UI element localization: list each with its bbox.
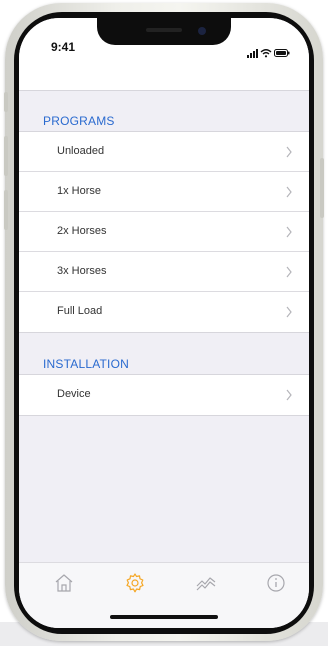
home-indicator[interactable] [110,615,218,619]
screen: 9:41 PROGRAMS Unloaded 1x Horse 2x Horse… [19,18,309,628]
volume-up-button [4,136,8,176]
section-label-programs: PROGRAMS [43,114,115,128]
list-item-label: Unloaded [57,145,105,157]
list-item-device[interactable]: Device [19,375,309,415]
activity-icon [196,577,216,591]
info-icon [267,574,285,592]
list-item-full-load[interactable]: Full Load [19,292,309,332]
list-item-label: 2x Horses [57,225,107,237]
tab-activity[interactable] [194,571,218,595]
volume-down-button [4,190,8,230]
section-header-programs: PROGRAMS [19,90,309,132]
list-item-label: Full Load [57,305,103,317]
status-icons [247,43,291,58]
list-item-1x-horse[interactable]: 1x Horse [19,172,309,212]
list-item-unloaded[interactable]: Unloaded [19,132,309,172]
chevron-right-icon [286,186,292,198]
installation-list: Device [19,374,309,416]
mute-switch [4,92,8,112]
home-icon [55,574,73,592]
list-item-3x-horses[interactable]: 3x Horses [19,252,309,292]
tab-info[interactable] [264,571,288,595]
chevron-right-icon [286,389,292,401]
tab-home[interactable] [52,571,76,595]
camera-icon [198,27,206,35]
section-header-installation: INSTALLATION [19,334,309,374]
chevron-right-icon [286,226,292,238]
status-time: 9:41 [51,40,76,54]
list-item-label: 3x Horses [57,265,107,277]
chevron-right-icon [286,146,292,158]
chevron-right-icon [286,266,292,278]
list-item-2x-horses[interactable]: 2x Horses [19,212,309,252]
page: 9:41 PROGRAMS Unloaded 1x Horse 2x Horse… [0,0,328,646]
power-button [320,158,324,218]
list-item-label: Device [57,388,91,400]
chevron-right-icon [286,306,292,318]
speaker-grille [146,28,182,32]
cellular-wifi-battery-icon [247,49,290,58]
gear-icon [126,573,144,593]
tab-settings[interactable] [123,571,147,595]
list-item-label: 1x Horse [57,185,102,197]
programs-list: Unloaded 1x Horse 2x Horses 3x Horses Fu… [19,131,309,333]
section-label-installation: INSTALLATION [43,357,129,371]
